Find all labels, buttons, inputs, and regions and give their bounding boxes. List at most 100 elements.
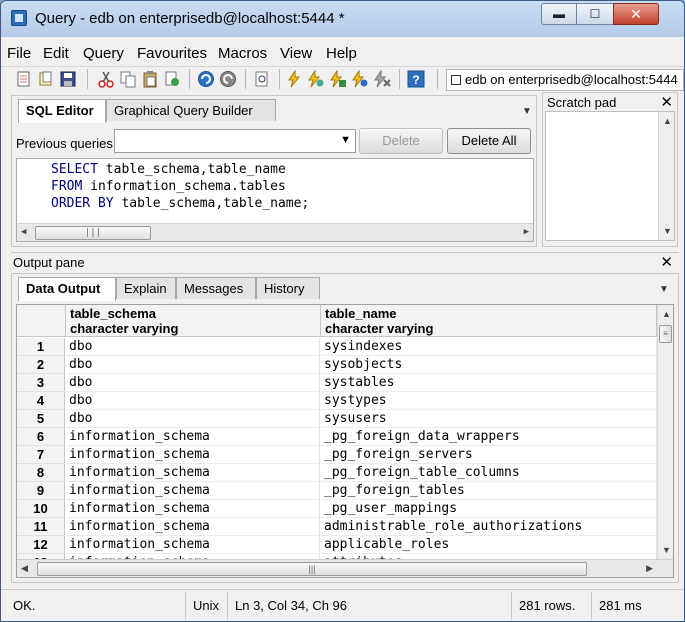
redo-icon[interactable] xyxy=(219,70,237,88)
table-row[interactable]: 2 dbo sysobjects xyxy=(17,356,657,374)
scrollbar-thumb[interactable]: ≡ xyxy=(659,325,672,343)
cell-table-name[interactable]: applicable_roles xyxy=(321,536,657,554)
table-row[interactable]: 5 dbo sysusers xyxy=(17,410,657,428)
scroll-up-icon[interactable]: ▲ xyxy=(663,116,672,126)
scratch-pad-close-icon[interactable]: ✕ xyxy=(660,93,673,111)
undo-icon[interactable] xyxy=(197,70,215,88)
tab-history[interactable]: History xyxy=(256,277,320,299)
find-icon[interactable] xyxy=(253,70,271,88)
table-row[interactable]: 10 information_schema _pg_user_mappings xyxy=(17,500,657,518)
table-row[interactable]: 12 information_schema applicable_roles xyxy=(17,536,657,554)
cell-table-name[interactable]: sysobjects xyxy=(321,356,657,374)
cut-icon[interactable] xyxy=(97,70,115,88)
cell-table-name[interactable]: _pg_foreign_data_wrappers xyxy=(321,428,657,446)
table-row[interactable]: 3 dbo systables xyxy=(17,374,657,392)
table-row[interactable]: 7 information_schema _pg_foreign_servers xyxy=(17,446,657,464)
cell-table-name[interactable]: administrable_role_authorizations xyxy=(321,518,657,536)
output-tabs-dropdown-icon[interactable]: ▼ xyxy=(659,284,669,295)
menu-query[interactable]: Query xyxy=(83,45,124,62)
scroll-left-icon[interactable]: ◀ xyxy=(21,227,26,237)
tab-explain[interactable]: Explain xyxy=(116,277,176,299)
cell-table-schema[interactable]: information_schema xyxy=(66,482,320,500)
cell-table-name[interactable]: systables xyxy=(321,374,657,392)
tab-messages[interactable]: Messages xyxy=(176,277,256,299)
cell-table-schema[interactable]: information_schema xyxy=(66,446,320,464)
table-row[interactable]: 8 information_schema _pg_foreign_table_col… xyxy=(17,464,657,482)
copy-icon[interactable] xyxy=(119,70,137,88)
clear-icon[interactable] xyxy=(163,70,181,88)
menu-file[interactable]: File xyxy=(7,45,31,62)
menu-favourites[interactable]: Favourites xyxy=(137,45,207,62)
scroll-right-icon[interactable]: ▶ xyxy=(524,227,529,237)
cell-table-name[interactable]: _pg_foreign_tables xyxy=(321,482,657,500)
cell-table-schema[interactable]: dbo xyxy=(66,374,320,392)
table-row[interactable]: 4 dbo systypes xyxy=(17,392,657,410)
cell-table-schema[interactable]: information_schema xyxy=(66,428,320,446)
paste-icon[interactable] xyxy=(141,70,159,88)
connection-checkbox[interactable] xyxy=(451,75,461,85)
explain-analyze-icon[interactable] xyxy=(351,70,369,88)
cell-table-name[interactable]: systypes xyxy=(321,392,657,410)
execute-icon[interactable] xyxy=(285,70,303,88)
cell-table-schema[interactable]: information_schema xyxy=(66,464,320,482)
scrollbar-thumb[interactable]: ||| xyxy=(37,562,587,576)
table-row[interactable]: 9 information_schema _pg_foreign_tables xyxy=(17,482,657,500)
table-row[interactable]: 1 dbo sysindexes xyxy=(17,338,657,356)
column-header-table-schema[interactable]: table_schema character varying xyxy=(66,305,321,337)
new-document-icon[interactable] xyxy=(15,70,33,88)
maximize-button[interactable]: ☐ xyxy=(576,3,614,25)
explain-icon[interactable] xyxy=(329,70,347,88)
save-icon[interactable] xyxy=(59,70,77,88)
cancel-query-icon[interactable] xyxy=(373,70,391,88)
scroll-down-icon[interactable]: ▼ xyxy=(662,545,671,555)
cell-table-schema[interactable]: dbo xyxy=(66,338,320,356)
tab-graphical-query-builder[interactable]: Graphical Query Builder xyxy=(106,99,276,121)
scratch-pad-text[interactable]: ▲ ▼ xyxy=(545,111,675,241)
editor-tabs-dropdown-icon[interactable]: ▼ xyxy=(522,106,532,117)
scroll-up-icon[interactable]: ▲ xyxy=(662,309,671,319)
tab-sql-editor[interactable]: SQL Editor xyxy=(18,99,106,123)
open-file-icon[interactable] xyxy=(37,70,55,88)
cell-table-name[interactable]: _pg_user_mappings xyxy=(321,500,657,518)
cell-table-schema[interactable]: information_schema xyxy=(66,500,320,518)
menu-help[interactable]: Help xyxy=(326,45,357,62)
cell-table-name[interactable]: _pg_foreign_table_columns xyxy=(321,464,657,482)
scroll-right-icon[interactable]: ▶ xyxy=(646,563,653,574)
scroll-left-icon[interactable]: ◀ xyxy=(21,563,28,574)
cell-table-schema[interactable]: information_schema xyxy=(66,518,320,536)
table-row[interactable]: 11 information_schema administrable_role_a… xyxy=(17,518,657,536)
status-cursor-position: Ln 3, Col 34, Ch 96 xyxy=(235,598,348,613)
delete-button[interactable]: Delete xyxy=(359,128,443,154)
connection-selector[interactable]: edb on enterprisedb@localhost:5444 xyxy=(446,69,684,91)
delete-all-button[interactable]: Delete All xyxy=(447,128,531,154)
column-header-table-name[interactable]: table_name character varying xyxy=(321,305,657,337)
sql-editor[interactable]: SELECT table_schema,table_name FROM info… xyxy=(16,158,534,242)
scrollbar-thumb[interactable]: ||| xyxy=(35,226,151,240)
menu-edit[interactable]: Edit xyxy=(43,45,69,62)
cell-table-name[interactable]: _pg_foreign_servers xyxy=(321,446,657,464)
table-row[interactable]: 6 information_schema _pg_foreign_data_wrap… xyxy=(17,428,657,446)
cell-table-schema[interactable]: dbo xyxy=(66,410,320,428)
cell-table-schema[interactable]: information_schema xyxy=(66,536,320,554)
data-output-grid[interactable]: table_schema character varying table_nam… xyxy=(16,304,674,578)
cell-table-name[interactable]: sysindexes xyxy=(321,338,657,356)
output-pane-close-icon[interactable]: ✕ xyxy=(660,253,673,271)
grid-horizontal-scrollbar[interactable]: ◀ ||| ▶ xyxy=(17,559,673,577)
tab-data-output[interactable]: Data Output xyxy=(18,277,116,301)
previous-queries-select[interactable]: ▼ xyxy=(114,129,356,153)
close-button[interactable]: ✕ xyxy=(613,3,659,25)
scratch-vertical-scrollbar[interactable]: ▲ ▼ xyxy=(658,112,674,240)
menu-macros[interactable]: Macros xyxy=(218,45,267,62)
cell-table-schema[interactable]: dbo xyxy=(66,356,320,374)
title-bar[interactable]: Query - edb on enterprisedb@localhost:54… xyxy=(1,1,684,37)
row-number: 7 xyxy=(17,446,65,464)
editor-horizontal-scrollbar[interactable]: ◀ ||| ▶ xyxy=(17,223,533,241)
minimize-button[interactable]: ▬ xyxy=(541,3,577,25)
cell-table-schema[interactable]: dbo xyxy=(66,392,320,410)
menu-view[interactable]: View xyxy=(280,45,312,62)
cell-table-name[interactable]: sysusers xyxy=(321,410,657,428)
scroll-down-icon[interactable]: ▼ xyxy=(663,226,672,236)
help-icon[interactable]: ? xyxy=(407,70,425,88)
execute-to-file-icon[interactable] xyxy=(307,70,325,88)
grid-vertical-scrollbar[interactable]: ▲ ≡ ▼ xyxy=(657,305,673,559)
